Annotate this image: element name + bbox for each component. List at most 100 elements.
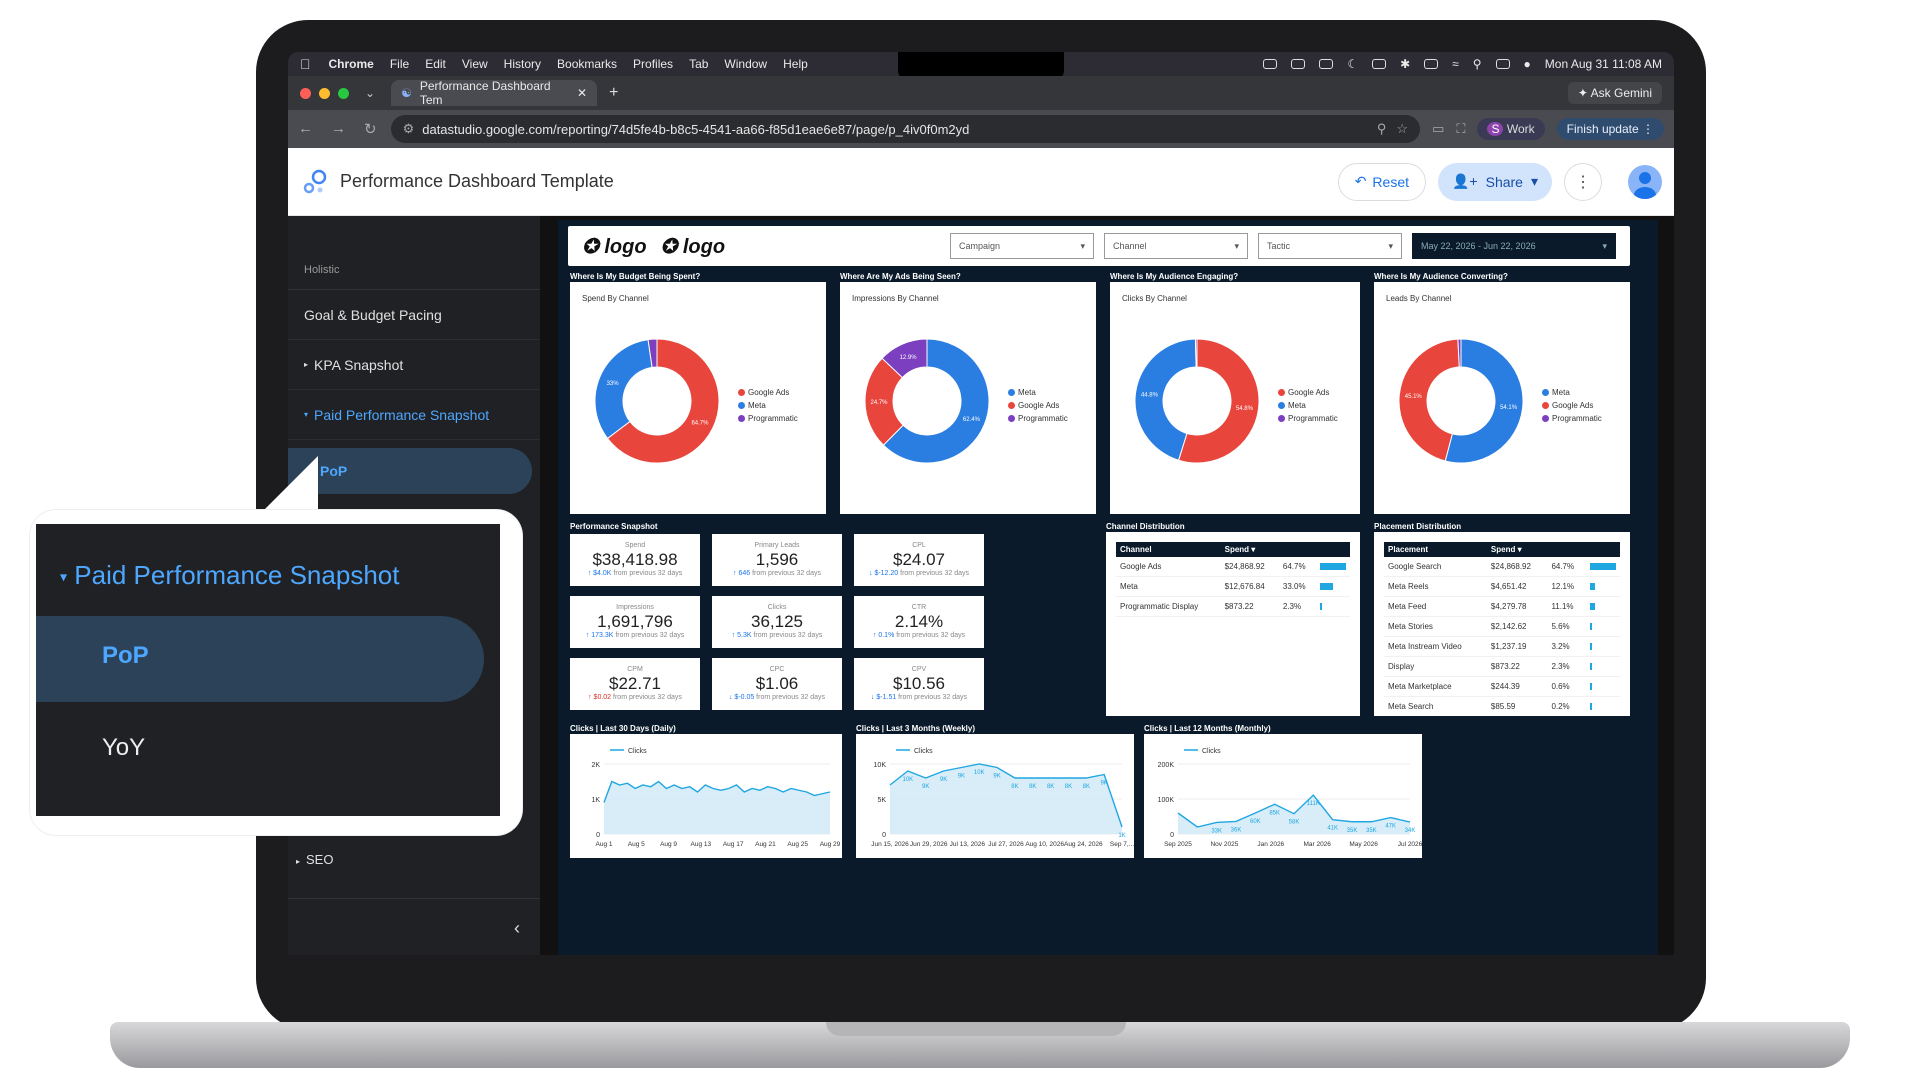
table-row[interactable]: Meta Marketplace $244.39 0.6% [1384,676,1620,697]
date-range-picker[interactable]: May 22, 2026 - Jun 22, 2026 ▾ [1412,233,1616,259]
extensions-icon[interactable]: ⛶ [1456,121,1465,137]
menu-bookmarks[interactable]: Bookmarks [557,57,617,71]
share-button[interactable]: 👤+ Share ▾ [1438,162,1552,201]
legend-item[interactable]: Programmatic [738,412,798,425]
column-header[interactable]: Spend ▾ [1486,542,1548,557]
table-row[interactable]: Programmatic Display $873.22 2.3% [1116,596,1350,617]
nav-pop[interactable]: PoP [288,448,532,494]
legend-item[interactable]: Meta [1542,386,1602,399]
url-input[interactable]: ⚙ datastudio.google.com/reporting/74d5fe… [390,115,1421,143]
table-row[interactable]: Meta Stories $2,142.62 5.6% [1384,616,1620,637]
metric-scorecard[interactable]: CTR 2.14% ↑ 0.1% from previous 32 days [854,596,984,648]
tray-icon[interactable] [1319,59,1334,69]
battery-icon[interactable] [1424,59,1439,69]
bluetooth-icon[interactable]: ✱ [1400,57,1410,71]
channel-distribution-table[interactable]: Channel Spend ▾ Google Ads $24,868.92 64.7%… [1106,532,1360,716]
menu-app[interactable]: Chrome [329,57,374,71]
metric-scorecard[interactable]: CPC $1.06 ↓ $-0.05 from previous 32 days [712,658,842,710]
menu-edit[interactable]: Edit [425,57,446,71]
looker-studio-logo-icon[interactable] [300,167,330,197]
channel-filter[interactable]: Channel ▾ [1104,233,1248,259]
table-row[interactable]: Meta Reels $4,651.42 12.1% [1384,576,1620,597]
nav-goal-budget-pacing[interactable]: Goal & Budget Pacing [288,290,540,340]
more-options-icon[interactable]: ⋮ [1564,162,1602,201]
clicks-weekly-chart[interactable]: 0 5K 10K Jun 15, 2026 Jun 29, 2026 Jul 13, 20… [856,734,1134,858]
profile-pill[interactable]: S Work [1477,118,1545,140]
campaign-filter[interactable]: Campaign ▾ [950,233,1094,259]
bookmark-star-icon[interactable]: ☆ [1396,121,1408,137]
nav-paid-performance-snapshot[interactable]: ▾ Paid Performance Snapshot [288,390,540,440]
callout-nav-title[interactable]: ▾ Paid Performance Snapshot [60,560,399,591]
dropbox-icon[interactable] [1291,59,1306,69]
callout-yoy-item[interactable]: YoY [102,734,145,762]
legend-item[interactable]: Programmatic [1008,412,1068,425]
chevron-down-icon[interactable]: ▾ [1531,173,1538,190]
column-header[interactable]: Placement [1384,542,1487,557]
menu-tab[interactable]: Tab [689,57,708,71]
forward-icon[interactable]: → [331,120,346,138]
legend-item[interactable]: Google Ads [1278,386,1338,399]
menu-profiles[interactable]: Profiles [633,57,673,71]
report-title[interactable]: Performance Dashboard Template [340,171,614,192]
reset-button[interactable]: ↶ Reset [1337,162,1426,201]
clicks-monthly-chart[interactable]: 0 100K 200K Sep 2025 Nov 2025 Jan 2026 Mar 202… [1144,734,1423,858]
clicks-by-channel-chart[interactable]: Clicks By Channel 54.8% 44.8% Google Ads M… [1110,282,1360,514]
new-tab-icon[interactable]: + [609,84,618,102]
window-icon[interactable] [1372,59,1387,69]
legend-item[interactable]: Meta [1278,399,1338,412]
cast-icon[interactable]: ▭ [1432,121,1444,137]
legend-item[interactable]: Google Ads [738,386,798,399]
metric-scorecard[interactable]: CPM $22.71 ↑ $0.02 from previous 32 days [570,658,700,710]
callout-pop-item[interactable]: PoP [36,616,484,702]
table-row[interactable]: Google Search $24,868.92 64.7% [1384,557,1620,577]
siri-icon[interactable]: ● [1524,57,1531,71]
legend-item[interactable]: Google Ads [1008,399,1068,412]
column-header[interactable]: Spend ▾ [1220,542,1279,557]
metric-scorecard[interactable]: Spend $38,418.98 ↑ $4.0K from previous 32 … [570,534,700,586]
impressions-by-channel-chart[interactable]: Impressions By Channel 62.4% 24.7% 12.9% M… [840,282,1096,514]
back-icon[interactable]: ← [298,120,313,138]
nav-kpa-snapshot[interactable]: ▸ KPA Snapshot [288,340,540,390]
clicks-daily-chart[interactable]: 0 1K 2K Aug 1 Aug 5 Aug 9 Aug 13 Aug 17 Aug 21 Au… [570,734,842,858]
metric-scorecard[interactable]: CPL $24.07 ↓ $-12.20 from previous 32 days [854,534,984,586]
tab-search-icon[interactable]: ⌄ [365,86,375,100]
reload-icon[interactable]: ↻ [364,120,377,138]
leads-by-channel-chart[interactable]: Leads By Channel 54.1% 45.1% Meta Google A… [1374,282,1630,514]
table-row[interactable]: Meta Instream Video $1,237.19 3.2% [1384,636,1620,657]
table-row[interactable]: Meta $12,676.84 33.0% [1116,576,1350,597]
site-info-icon[interactable]: ⚙ [403,121,415,137]
metric-scorecard[interactable]: CPV $10.56 ↓ $-1.51 from previous 32 days [854,658,984,710]
moon-icon[interactable]: ☾ [1347,57,1358,71]
nav-seo[interactable]: ▸ SEO [296,852,333,867]
table-row[interactable]: Google Ads $24,868.92 64.7% [1116,557,1350,577]
metric-scorecard[interactable]: Primary Leads 1,596 ↑ 646 from previous 32… [712,534,842,586]
search-icon[interactable]: ⚲ [1473,57,1482,71]
legend-item[interactable]: Programmatic [1278,412,1338,425]
zoom-icon[interactable]: ⚲ [1377,121,1387,137]
close-window-button[interactable] [300,87,311,99]
clock[interactable]: Mon Aug 31 11:08 AM [1545,57,1662,71]
legend-item[interactable]: Meta [1008,386,1068,399]
close-tab-icon[interactable]: ✕ [577,86,587,100]
legend-item[interactable]: Meta [738,399,798,412]
browser-tab[interactable]: ☯ Performance Dashboard Tem ✕ [391,79,598,107]
menu-file[interactable]: File [390,57,409,71]
metric-scorecard[interactable]: Impressions 1,691,796 ↑ 173.3K from previo… [570,596,700,648]
legend-item[interactable]: Google Ads [1542,399,1602,412]
minimize-window-button[interactable] [319,87,330,99]
ask-gemini-button[interactable]: ✦ Ask Gemini [1567,82,1662,104]
table-row[interactable]: Meta Feed $4,279.78 11.1% [1384,596,1620,617]
maximize-window-button[interactable] [338,87,349,99]
metric-scorecard[interactable]: Clicks 36,125 ↑ 5.3K from previous 32 days [712,596,842,648]
wifi-icon[interactable]: ≈ [1452,57,1459,71]
menu-history[interactable]: History [504,57,541,71]
menu-window[interactable]: Window [724,57,767,71]
apple-icon[interactable]:  [300,56,311,72]
column-header[interactable]: Channel [1116,542,1221,557]
tactic-filter[interactable]: Tactic ▾ [1258,233,1402,259]
menu-view[interactable]: View [462,57,488,71]
table-row[interactable]: Meta Search $85.59 0.2% [1384,696,1620,716]
collapse-sidebar-icon[interactable]: ‹ [514,918,520,939]
avatar[interactable] [1628,164,1662,199]
menu-help[interactable]: Help [783,57,808,71]
